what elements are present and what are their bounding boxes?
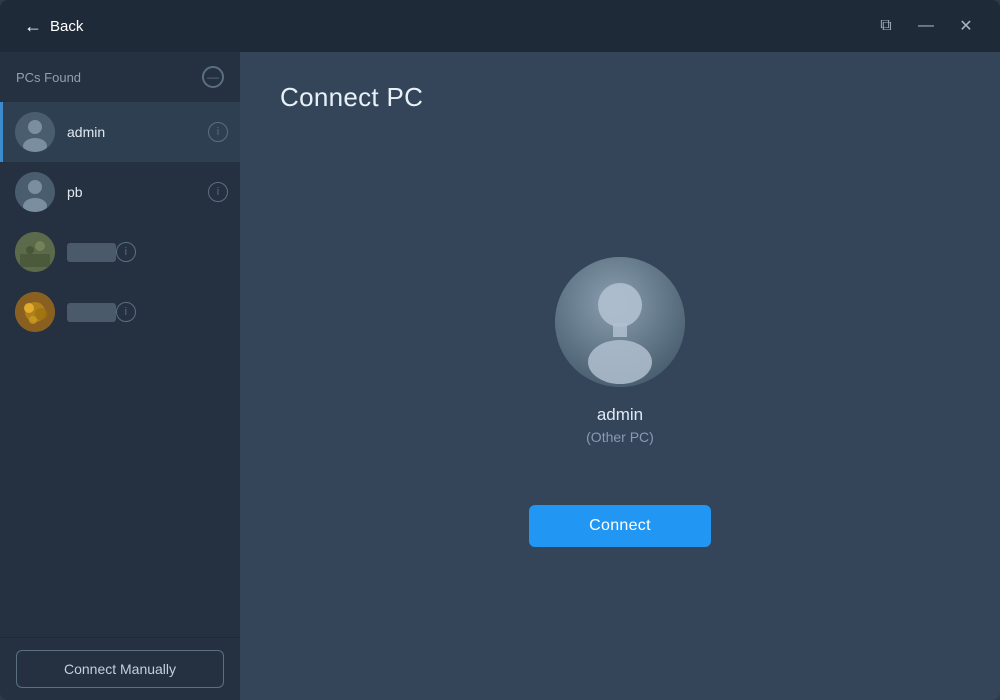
pcs-found-label: PCs Found xyxy=(16,70,81,85)
app-window: ← Back ⧉ — ✕ PCs Found — xyxy=(0,0,1000,700)
minimize-icon: — xyxy=(918,17,934,35)
profile-avatar xyxy=(555,257,685,387)
back-arrow-icon: ← xyxy=(24,17,42,35)
sidebar: PCs Found — admin xyxy=(0,52,240,700)
avatar-pc3 xyxy=(15,232,55,272)
title-bar: ← Back ⧉ — ✕ xyxy=(0,0,1000,52)
profile-subtitle: (Other PC) xyxy=(586,429,654,445)
restore-button[interactable]: ⧉ xyxy=(868,8,904,44)
avatar-icon-pc4 xyxy=(15,292,55,332)
avatar-pc4 xyxy=(15,292,55,332)
avatar-icon-pb xyxy=(15,172,55,212)
pc-name-pb: pb xyxy=(67,184,208,200)
pc-item-3[interactable]: ████ i xyxy=(0,222,240,282)
connect-button[interactable]: Connect xyxy=(529,505,711,547)
profile-name: admin xyxy=(597,405,643,425)
sidebar-footer: Connect Manually xyxy=(0,637,240,700)
restore-icon: ⧉ xyxy=(880,17,891,35)
pc-name-admin: admin xyxy=(67,124,208,140)
pc-name-pc4: ████ xyxy=(67,303,116,322)
main-content: PCs Found — admin xyxy=(0,52,1000,700)
minus-icon: — xyxy=(207,70,219,84)
title-bar-controls: ⧉ — ✕ xyxy=(868,8,984,44)
close-icon: ✕ xyxy=(959,16,972,36)
pc-info-icon-admin[interactable]: i xyxy=(208,122,228,142)
content-header: Connect PC xyxy=(280,82,960,113)
avatar-icon-admin xyxy=(15,112,55,152)
content-area: Connect PC xyxy=(240,52,1000,700)
pc-info-icon-pc3[interactable]: i xyxy=(116,242,136,262)
minimize-button[interactable]: — xyxy=(908,8,944,44)
connect-manually-button[interactable]: Connect Manually xyxy=(16,650,224,688)
page-title: Connect PC xyxy=(280,82,960,113)
pc-item-admin[interactable]: admin i xyxy=(0,102,240,162)
pc-info-icon-pb[interactable]: i xyxy=(208,182,228,202)
avatar-pb xyxy=(15,172,55,212)
profile-section: admin (Other PC) Connect xyxy=(529,133,711,670)
pc-name-pc3: ████ xyxy=(67,243,116,262)
back-label: Back xyxy=(50,18,83,35)
avatar-admin xyxy=(15,112,55,152)
sidebar-header-icon: — xyxy=(202,66,224,88)
profile-avatar-icon xyxy=(555,257,685,387)
back-button[interactable]: ← Back xyxy=(16,13,91,39)
pc-item-pb[interactable]: pb i xyxy=(0,162,240,222)
pc-list: admin i pb i xyxy=(0,102,240,637)
pc-item-4[interactable]: ████ i xyxy=(0,282,240,342)
close-button[interactable]: ✕ xyxy=(948,8,984,44)
avatar-icon-pc3 xyxy=(15,232,55,272)
pc-info-icon-pc4[interactable]: i xyxy=(116,302,136,322)
sidebar-header: PCs Found — xyxy=(0,52,240,102)
